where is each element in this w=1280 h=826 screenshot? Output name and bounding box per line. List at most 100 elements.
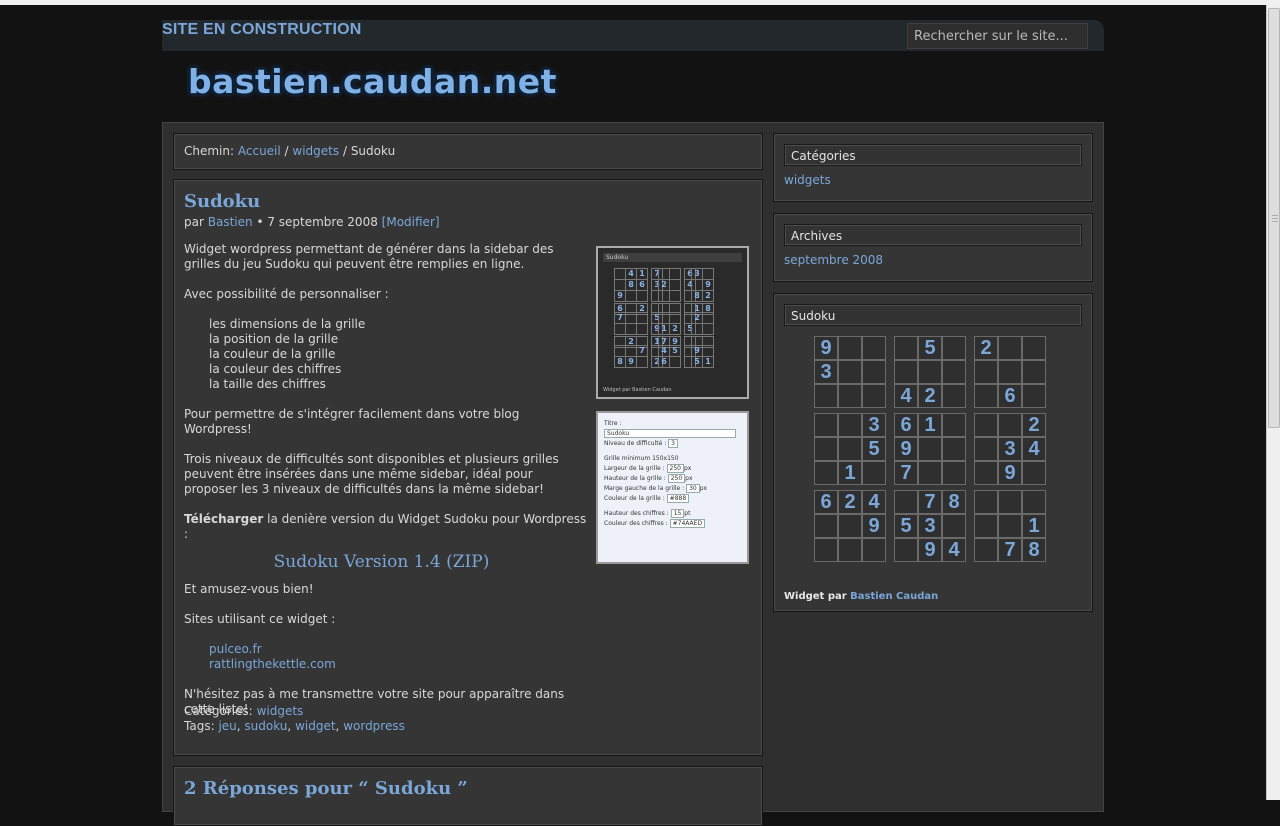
sudoku-cell[interactable]: 4 — [894, 384, 918, 408]
site-link-pulceo[interactable]: pulceo.fr — [209, 642, 262, 656]
sudoku-cell[interactable] — [894, 360, 918, 384]
sudoku-cell[interactable] — [894, 538, 918, 562]
sudoku-cell[interactable]: 5 — [862, 437, 886, 461]
sudoku-cell[interactable] — [942, 437, 966, 461]
sudoku-cell[interactable]: 7 — [998, 538, 1022, 562]
breadcrumb-home-link[interactable]: Accueil — [238, 144, 281, 158]
sudoku-cell[interactable] — [918, 360, 942, 384]
sudoku-cell[interactable]: 6 — [814, 490, 838, 514]
scrollbar-thumb[interactable] — [1268, 8, 1280, 428]
sudoku-cell[interactable] — [942, 384, 966, 408]
sudoku-cell[interactable]: 2 — [838, 490, 862, 514]
sudoku-cell[interactable] — [998, 514, 1022, 538]
sudoku-cell[interactable] — [942, 461, 966, 485]
site-link-rattlingthekettle[interactable]: rattlingthekettle.com — [209, 657, 336, 671]
widget-screenshot-settings[interactable]: Titre : Sudoku Niveau de difficulté : 3 Gr… — [596, 411, 749, 564]
sudoku-cell[interactable]: 9 — [862, 514, 886, 538]
sudoku-cell[interactable] — [838, 384, 862, 408]
sudoku-cell[interactable]: 9 — [814, 336, 838, 360]
sudoku-cell[interactable] — [814, 514, 838, 538]
sudoku-cell[interactable] — [838, 514, 862, 538]
sudoku-cell[interactable] — [942, 336, 966, 360]
sudoku-cell[interactable]: 9 — [998, 461, 1022, 485]
sudoku-cell[interactable]: 8 — [942, 490, 966, 514]
widget-credit-link[interactable]: Bastien Caudan — [850, 591, 938, 602]
sudoku-cell[interactable] — [918, 437, 942, 461]
sudoku-cell[interactable] — [1022, 490, 1046, 514]
sudoku-cell[interactable]: 3 — [998, 437, 1022, 461]
widget-screenshot-grid[interactable]: Sudoku 417638632499826218752912521797459… — [596, 246, 749, 399]
sudoku-cell[interactable] — [838, 538, 862, 562]
sudoku-cell[interactable] — [942, 413, 966, 437]
sudoku-cell[interactable] — [862, 538, 886, 562]
sudoku-cell[interactable] — [894, 490, 918, 514]
sudoku-cell[interactable] — [1022, 360, 1046, 384]
vertical-scrollbar[interactable] — [1266, 5, 1280, 800]
sudoku-cell[interactable] — [862, 461, 886, 485]
sudoku-cell[interactable] — [974, 437, 998, 461]
sudoku-cell[interactable]: 9 — [894, 437, 918, 461]
tag-link-widget[interactable]: widget — [295, 719, 335, 733]
sudoku-cell[interactable] — [974, 384, 998, 408]
sudoku-cell[interactable]: 4 — [942, 538, 966, 562]
sudoku-cell[interactable]: 5 — [894, 514, 918, 538]
sudoku-cell[interactable]: 6 — [998, 384, 1022, 408]
sudoku-cell[interactable]: 7 — [918, 490, 942, 514]
category-link-widgets[interactable]: widgets — [257, 704, 304, 718]
site-logo[interactable]: bastien.caudan.net — [188, 62, 557, 101]
tag-link-jeu[interactable]: jeu — [218, 719, 236, 733]
sudoku-cell[interactable] — [1022, 384, 1046, 408]
sudoku-cell[interactable] — [974, 413, 998, 437]
sudoku-cell[interactable]: 5 — [918, 336, 942, 360]
sudoku-cell[interactable] — [838, 437, 862, 461]
sudoku-cell[interactable]: 2 — [974, 336, 998, 360]
sudoku-cell[interactable] — [942, 360, 966, 384]
sudoku-cell[interactable] — [918, 461, 942, 485]
sudoku-cell[interactable] — [998, 413, 1022, 437]
download-link[interactable]: Sudoku Version 1.4 (ZIP) — [184, 552, 579, 572]
sidebar-archive-sept-2008[interactable]: septembre 2008 — [784, 253, 1082, 267]
sudoku-cell[interactable] — [814, 461, 838, 485]
sidebar-category-widgets[interactable]: widgets — [784, 173, 1082, 187]
sudoku-cell[interactable] — [974, 461, 998, 485]
sudoku-cell[interactable] — [862, 360, 886, 384]
sudoku-cell[interactable] — [942, 514, 966, 538]
sudoku-cell[interactable]: 1 — [918, 413, 942, 437]
sudoku-cell[interactable]: 4 — [862, 490, 886, 514]
sudoku-cell[interactable]: 6 — [894, 413, 918, 437]
sudoku-cell[interactable] — [862, 336, 886, 360]
tag-link-sudoku[interactable]: sudoku — [244, 719, 287, 733]
sudoku-cell[interactable] — [838, 360, 862, 384]
sudoku-cell[interactable]: 2 — [1022, 413, 1046, 437]
sudoku-cell[interactable] — [1022, 336, 1046, 360]
post-title[interactable]: Sudoku — [184, 191, 752, 213]
sudoku-cell[interactable] — [838, 413, 862, 437]
sudoku-cell[interactable] — [1022, 461, 1046, 485]
sudoku-cell[interactable] — [862, 384, 886, 408]
sudoku-cell[interactable] — [974, 360, 998, 384]
sudoku-cell[interactable] — [974, 514, 998, 538]
sudoku-cell[interactable] — [838, 336, 862, 360]
sudoku-cell[interactable] — [998, 336, 1022, 360]
sudoku-cell[interactable] — [998, 490, 1022, 514]
sudoku-cell[interactable] — [894, 336, 918, 360]
sudoku-cell[interactable]: 1 — [1022, 514, 1046, 538]
sudoku-cell[interactable]: 7 — [894, 461, 918, 485]
sudoku-cell[interactable] — [814, 413, 838, 437]
sudoku-cell[interactable] — [814, 384, 838, 408]
sudoku-cell[interactable] — [974, 490, 998, 514]
search-input[interactable] — [907, 23, 1088, 49]
sudoku-cell[interactable]: 9 — [918, 538, 942, 562]
sudoku-cell[interactable]: 3 — [918, 514, 942, 538]
author-link[interactable]: Bastien — [208, 215, 253, 229]
sudoku-cell[interactable]: 4 — [1022, 437, 1046, 461]
sudoku-cell[interactable] — [998, 360, 1022, 384]
sudoku-cell[interactable]: 1 — [838, 461, 862, 485]
sudoku-cell[interactable] — [814, 538, 838, 562]
sudoku-cell[interactable]: 2 — [918, 384, 942, 408]
sudoku-cell[interactable]: 3 — [814, 360, 838, 384]
sudoku-cell[interactable] — [974, 538, 998, 562]
edit-link[interactable]: [Modifier] — [382, 215, 440, 229]
sudoku-cell[interactable]: 3 — [862, 413, 886, 437]
breadcrumb-widgets-link[interactable]: widgets — [292, 144, 339, 158]
